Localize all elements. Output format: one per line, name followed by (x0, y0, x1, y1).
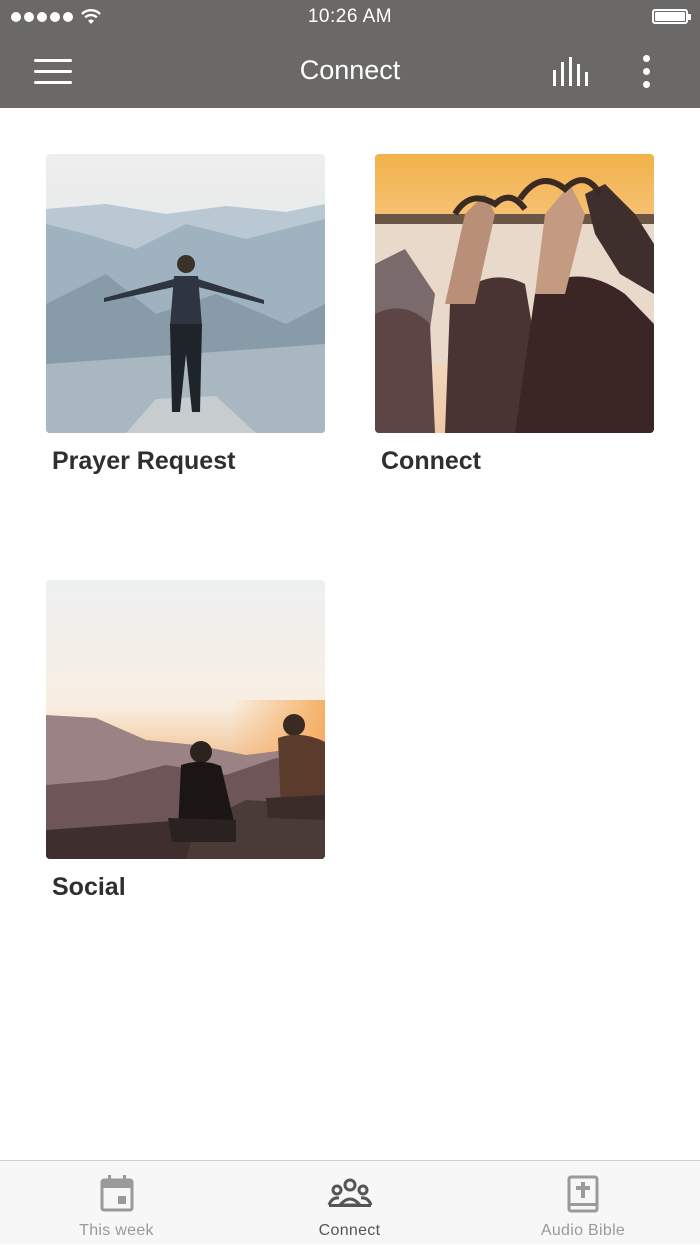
tab-label: Audio Bible (540, 1222, 626, 1239)
status-time: 10:26 AM (307, 6, 393, 27)
card-label: Social (52, 873, 126, 901)
tab-label: Connect (318, 1222, 381, 1239)
battery-icon (652, 9, 691, 24)
card-connect[interactable]: Connect (375, 154, 655, 476)
more-options-button[interactable] (636, 52, 656, 92)
card-label: Connect (381, 447, 481, 475)
calendar-icon (100, 1175, 133, 1212)
prayer-request-image (46, 154, 325, 433)
tab-this-week[interactable]: This week (0, 1161, 233, 1245)
equalizer-icon (553, 57, 588, 86)
bible-icon (567, 1175, 599, 1213)
card-label: Prayer Request (52, 447, 236, 475)
app-header: 10:26 AM Connect (0, 0, 700, 108)
group-icon (327, 1178, 372, 1207)
connect-image (375, 154, 654, 433)
bottom-tab-bar: This week Connect Audio Bible (0, 1160, 700, 1244)
more-vertical-icon (636, 55, 656, 88)
card-social[interactable]: Social (46, 580, 326, 902)
page-title: Connect (299, 55, 401, 85)
tab-connect[interactable]: Connect (233, 1161, 466, 1245)
status-bar: 10:26 AM (0, 0, 700, 36)
tab-audio-bible[interactable]: Audio Bible (466, 1161, 700, 1245)
card-prayer-request[interactable]: Prayer Request (46, 154, 326, 476)
tab-label: This week (79, 1222, 154, 1239)
social-image (46, 580, 325, 859)
connect-grid: Prayer Request Connect Social (0, 108, 700, 1160)
audio-button[interactable] (552, 56, 592, 88)
